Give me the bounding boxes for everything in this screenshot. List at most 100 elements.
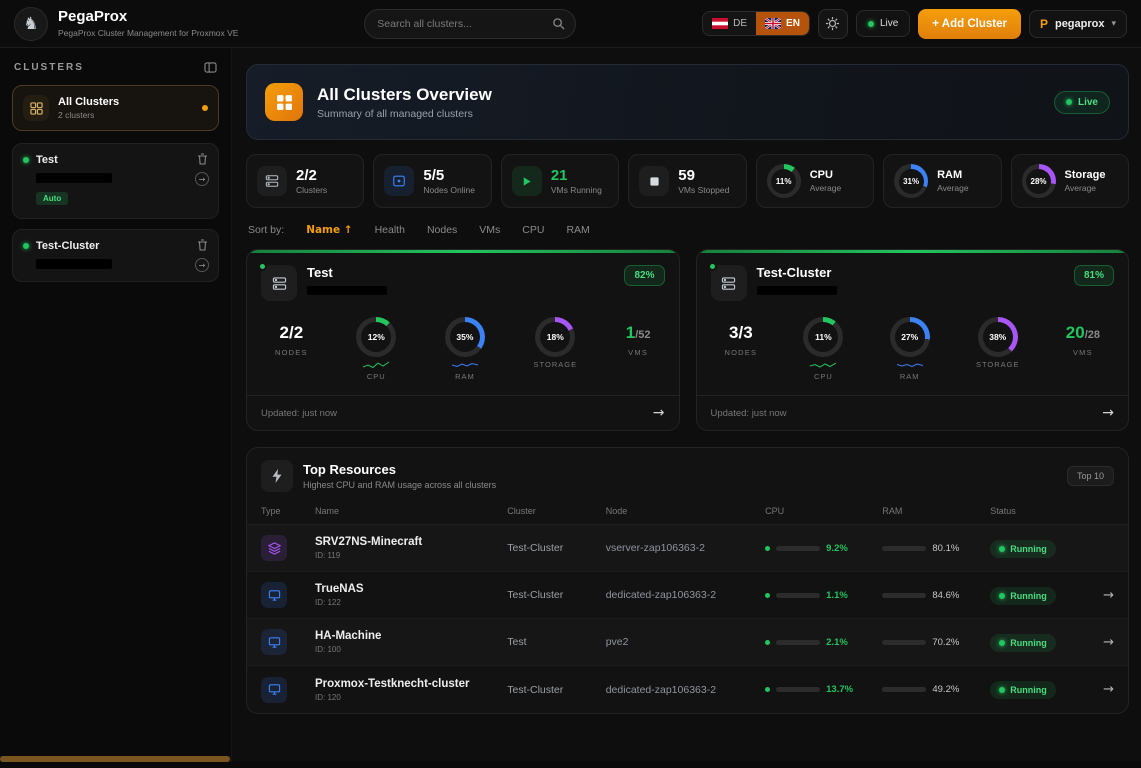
language-en-button[interactable]: EN: [756, 12, 809, 35]
vm-id: ID: 100: [315, 645, 507, 654]
cpu-gauge: 11% CPU: [803, 317, 843, 381]
vm-monitor-icon: [261, 629, 287, 655]
ram-meter: 49.2%: [882, 684, 990, 695]
stat-storage-average: 28% Storage Average: [1011, 154, 1129, 208]
cluster-online-dot: [23, 243, 29, 249]
vm-cluster: Test: [507, 636, 605, 648]
ram-meter: 70.2%: [882, 637, 990, 648]
vm-monitor-icon: [261, 677, 287, 703]
ram-gauge: 35% RAM: [445, 317, 485, 381]
vm-name: TrueNAS: [315, 583, 507, 595]
row-arrow-icon[interactable]: →: [1084, 682, 1114, 697]
health-badge: 82%: [624, 265, 664, 286]
auto-badge: Auto: [36, 192, 68, 205]
ram-meter: 80.1%: [882, 543, 990, 554]
cluster-card-test[interactable]: Test 82% 2/2 NODES 12% CPU: [246, 249, 680, 431]
user-menu[interactable]: P pegaprox ▾: [1029, 10, 1127, 38]
delete-cluster-icon[interactable]: [197, 239, 208, 251]
stat-sublabel: Average: [1065, 183, 1106, 193]
redacted-address: [36, 173, 112, 183]
app-logo: ♞: [14, 7, 48, 41]
row-arrow-icon[interactable]: →: [1084, 588, 1114, 603]
top10-badge: Top 10: [1067, 466, 1114, 486]
language-de-button[interactable]: DE: [703, 12, 756, 35]
table-header: Type Name Cluster Node CPU RAM Status: [247, 502, 1128, 525]
overview-hero: All Clusters Overview Summary of all man…: [246, 64, 1129, 140]
search-input[interactable]: [375, 17, 544, 31]
live-dot-icon: [868, 21, 874, 27]
vm-node: pve2: [606, 636, 765, 648]
sort-option-cpu[interactable]: CPU: [522, 224, 544, 236]
collapse-sidebar-icon[interactable]: [204, 62, 217, 73]
vm-name: SRV27NS-Minecraft: [315, 536, 507, 548]
page-title: All Clusters Overview: [317, 85, 492, 105]
table-row[interactable]: SRV27NS-Minecraft ID: 119 Test-Cluster v…: [247, 525, 1128, 572]
sort-option-vms[interactable]: VMs: [479, 224, 500, 236]
stat-ram-average: 31% RAM Average: [883, 154, 1001, 208]
running-dot-icon: [999, 640, 1005, 646]
table-row[interactable]: TrueNAS ID: 122 Test-Cluster dedicated-z…: [247, 572, 1128, 619]
cluster-name: Test: [36, 154, 58, 166]
sidebar-item-all-clusters[interactable]: All Clusters 2 clusters: [12, 85, 219, 131]
stat-label: Storage: [1065, 170, 1106, 181]
cluster-card-test-cluster[interactable]: Test-Cluster 81% 3/3 NODES 11%: [696, 249, 1130, 431]
vms-stat: 1/52 VMS: [626, 317, 651, 357]
live-status-pill[interactable]: Live: [856, 10, 910, 37]
table-row[interactable]: Proxmox-Testknecht-cluster ID: 120 Test-…: [247, 666, 1128, 713]
vm-monitor-icon: [261, 582, 287, 608]
cpu-indicator-dot: [765, 546, 770, 551]
sidebar-item-cluster-test-cluster[interactable]: Test-Cluster →: [12, 229, 219, 282]
table-row[interactable]: HA-Machine ID: 100 Test pve2 2.1% 70.2% …: [247, 619, 1128, 666]
cluster-grid: Test 82% 2/2 NODES 12% CPU: [246, 249, 1129, 431]
cpu-indicator-dot: [765, 687, 770, 692]
stat-value: 2/2: [296, 168, 327, 183]
open-cluster-arrow-icon[interactable]: →: [1102, 405, 1114, 421]
settings-button[interactable]: [818, 9, 848, 39]
delete-cluster-icon[interactable]: [197, 153, 208, 165]
cpu-sparkline: [363, 360, 389, 369]
stat-label: Clusters: [296, 185, 327, 195]
vm-cluster: Test-Cluster: [507, 542, 605, 554]
cluster-name: Test-Cluster: [36, 240, 99, 252]
sort-option-nodes[interactable]: Nodes: [427, 224, 457, 236]
sidebar-item-cluster-test[interactable]: Test Auto →: [12, 143, 219, 219]
cpu-gauge: 12% CPU: [356, 317, 396, 381]
vm-node: dedicated-zap106363-2: [606, 684, 765, 696]
scrollbar-thumb[interactable]: [0, 756, 230, 762]
add-cluster-button[interactable]: + Add Cluster: [918, 9, 1021, 39]
status-badge: Running: [990, 540, 1056, 558]
ram-gauge: 27% RAM: [890, 317, 930, 381]
sort-option-name[interactable]: Name ↑: [306, 224, 352, 236]
cpu-gauge: 11%: [767, 164, 801, 198]
section-title: Top Resources: [303, 462, 496, 477]
brand: ♞ PegaProx PegaProx Cluster Management f…: [14, 7, 238, 41]
ram-gauge: 31%: [894, 164, 928, 198]
stats-row: 2/2 Clusters 5/5 Nodes Online 21: [246, 154, 1129, 208]
play-icon: [512, 166, 542, 196]
sort-option-ram[interactable]: RAM: [566, 224, 589, 236]
app-subtitle: PegaProx Cluster Management for Proxmox …: [58, 28, 238, 38]
open-cluster-icon[interactable]: →: [195, 258, 209, 272]
stat-sublabel: Average: [937, 183, 969, 193]
node-icon: [384, 166, 414, 196]
stat-vms-stopped: 59 VMs Stopped: [628, 154, 746, 208]
page-subtitle: Summary of all managed clusters: [317, 108, 492, 120]
stat-label: CPU: [810, 170, 842, 181]
stat-label: VMs Running: [551, 185, 602, 195]
overview-live-badge: Live: [1054, 91, 1110, 114]
cpu-meter: 1.1%: [765, 590, 882, 601]
row-arrow-icon[interactable]: →: [1084, 635, 1114, 650]
status-badge: Running: [990, 587, 1056, 605]
online-dot: [708, 262, 717, 271]
all-clusters-count: 2 clusters: [58, 110, 119, 120]
open-cluster-icon[interactable]: →: [195, 172, 209, 186]
sort-option-health[interactable]: Health: [375, 224, 405, 236]
nodes-stat: 3/3 NODES: [725, 317, 758, 357]
vm-id: ID: 119: [315, 551, 507, 560]
open-cluster-arrow-icon[interactable]: →: [653, 405, 665, 421]
sort-bar: Sort by: Name ↑ Health Nodes VMs CPU RAM: [248, 224, 1127, 236]
horizontal-scrollbar[interactable]: [0, 756, 231, 762]
vm-name: HA-Machine: [315, 630, 507, 642]
overview-grid-icon: [265, 83, 303, 121]
cpu-indicator-dot: [765, 640, 770, 645]
